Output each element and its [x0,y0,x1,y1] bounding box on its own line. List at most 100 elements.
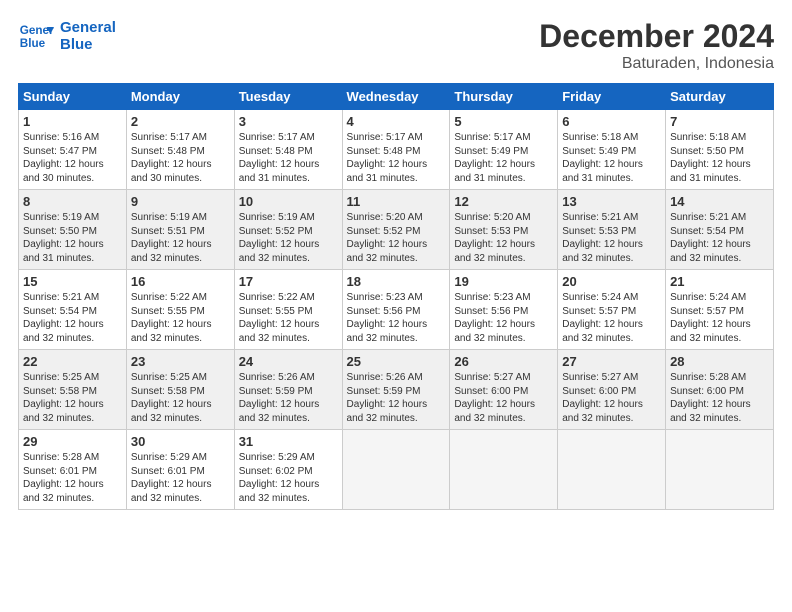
day-info: Sunrise: 5:19 AM Sunset: 5:52 PM Dayligh… [239,211,338,265]
day-info: Sunrise: 5:24 AM Sunset: 5:57 PM Dayligh… [562,291,661,345]
week-row-4: 22Sunrise: 5:25 AM Sunset: 5:58 PM Dayli… [19,350,774,430]
empty-cell [450,430,558,510]
day-number: 26 [454,354,553,369]
header-monday: Monday [126,84,234,110]
header-friday: Friday [558,84,666,110]
day-cell-29: 29 Sunrise: 5:28 AM Sunset: 6:01 PM Dayli… [19,430,127,510]
page-header: General Blue General Blue December 2024 … [18,18,774,73]
day-info: Sunrise: 5:17 AM Sunset: 5:48 PM Dayligh… [347,131,446,185]
day-info: Sunrise: 5:28 AM Sunset: 6:01 PM Dayligh… [23,451,122,505]
day-cell-22: 22Sunrise: 5:25 AM Sunset: 5:58 PM Dayli… [19,350,127,430]
day-info: Sunrise: 5:20 AM Sunset: 5:52 PM Dayligh… [347,211,446,265]
day-number: 1 [23,114,122,129]
day-cell-21: 21Sunrise: 5:24 AM Sunset: 5:57 PM Dayli… [666,270,774,350]
day-number: 6 [562,114,661,129]
day-info: Sunrise: 5:18 AM Sunset: 5:49 PM Dayligh… [562,131,661,185]
day-cell-4: 4 Sunrise: 5:17 AM Sunset: 5:48 PM Daylig… [342,110,450,190]
logo-text-blue: Blue [60,36,116,53]
day-info: Sunrise: 5:22 AM Sunset: 5:55 PM Dayligh… [239,291,338,345]
header-thursday: Thursday [450,84,558,110]
day-number: 30 [131,434,230,449]
day-cell-26: 26 Sunrise: 5:27 AM Sunset: 6:00 PM Dayli… [450,350,558,430]
empty-cell [666,430,774,510]
day-info: Sunrise: 5:22 AM Sunset: 5:55 PM Dayligh… [131,291,230,345]
day-number: 27 [562,354,661,369]
svg-text:Blue: Blue [20,37,46,50]
subtitle: Baturaden, Indonesia [539,55,774,73]
day-number: 4 [347,114,446,129]
day-info: Sunrise: 5:29 AM Sunset: 6:02 PM Dayligh… [239,451,338,505]
day-info: Sunrise: 5:19 AM Sunset: 5:51 PM Dayligh… [131,211,230,265]
day-cell-27: 27 Sunrise: 5:27 AM Sunset: 6:00 PM Dayli… [558,350,666,430]
day-cell-28: 28Sunrise: 5:28 AM Sunset: 6:00 PM Dayli… [666,350,774,430]
calendar-table: SundayMondayTuesdayWednesdayThursdayFrid… [18,83,774,510]
day-cell-18: 18 Sunrise: 5:23 AM Sunset: 5:56 PM Dayli… [342,270,450,350]
day-number: 15 [23,274,122,289]
day-cell-10: 10 Sunrise: 5:19 AM Sunset: 5:52 PM Dayli… [234,190,342,270]
day-cell-20: 20 Sunrise: 5:24 AM Sunset: 5:57 PM Dayli… [558,270,666,350]
day-info: Sunrise: 5:17 AM Sunset: 5:48 PM Dayligh… [131,131,230,185]
day-cell-24: 24Sunrise: 5:26 AM Sunset: 5:59 PM Dayli… [234,350,342,430]
day-info: Sunrise: 5:19 AM Sunset: 5:50 PM Dayligh… [23,211,122,265]
day-number: 19 [454,274,553,289]
day-info: Sunrise: 5:17 AM Sunset: 5:49 PM Dayligh… [454,131,553,185]
header-wednesday: Wednesday [342,84,450,110]
day-number: 31 [239,434,338,449]
day-info: Sunrise: 5:16 AM Sunset: 5:47 PM Dayligh… [23,131,122,185]
day-info: Sunrise: 5:25 AM Sunset: 5:58 PM Dayligh… [131,371,230,425]
day-number: 23 [131,354,230,369]
day-cell-12: 12 Sunrise: 5:20 AM Sunset: 5:53 PM Dayli… [450,190,558,270]
day-number: 12 [454,194,553,209]
day-info: Sunrise: 5:23 AM Sunset: 5:56 PM Dayligh… [454,291,553,345]
day-cell-30: 30Sunrise: 5:29 AM Sunset: 6:01 PM Dayli… [126,430,234,510]
day-number: 13 [562,194,661,209]
day-cell-11: 11 Sunrise: 5:20 AM Sunset: 5:52 PM Dayli… [342,190,450,270]
day-cell-6: 6 Sunrise: 5:18 AM Sunset: 5:49 PM Daylig… [558,110,666,190]
day-cell-23: 23 Sunrise: 5:25 AM Sunset: 5:58 PM Dayli… [126,350,234,430]
day-info: Sunrise: 5:25 AM Sunset: 5:58 PM Dayligh… [23,371,122,425]
week-row-3: 15 Sunrise: 5:21 AM Sunset: 5:54 PM Dayli… [19,270,774,350]
day-info: Sunrise: 5:27 AM Sunset: 6:00 PM Dayligh… [562,371,661,425]
week-row-2: 8Sunrise: 5:19 AM Sunset: 5:50 PM Daylig… [19,190,774,270]
day-number: 16 [131,274,230,289]
day-cell-9: 9 Sunrise: 5:19 AM Sunset: 5:51 PM Daylig… [126,190,234,270]
day-info: Sunrise: 5:20 AM Sunset: 5:53 PM Dayligh… [454,211,553,265]
day-cell-5: 5Sunrise: 5:17 AM Sunset: 5:49 PM Daylig… [450,110,558,190]
day-cell-19: 19 Sunrise: 5:23 AM Sunset: 5:56 PM Dayli… [450,270,558,350]
day-number: 20 [562,274,661,289]
day-info: Sunrise: 5:27 AM Sunset: 6:00 PM Dayligh… [454,371,553,425]
day-cell-16: 16 Sunrise: 5:22 AM Sunset: 5:55 PM Dayli… [126,270,234,350]
empty-cell [342,430,450,510]
day-number: 28 [670,354,769,369]
logo-text-general: General [60,19,116,36]
day-number: 10 [239,194,338,209]
day-cell-31: 31 Sunrise: 5:29 AM Sunset: 6:02 PM Dayli… [234,430,342,510]
day-number: 2 [131,114,230,129]
day-cell-25: 25Sunrise: 5:26 AM Sunset: 5:59 PM Dayli… [342,350,450,430]
day-cell-17: 17 Sunrise: 5:22 AM Sunset: 5:55 PM Dayli… [234,270,342,350]
day-number: 11 [347,194,446,209]
day-cell-14: 14 Sunrise: 5:21 AM Sunset: 5:54 PM Dayli… [666,190,774,270]
day-info: Sunrise: 5:26 AM Sunset: 5:59 PM Dayligh… [239,371,338,425]
week-row-5: 29 Sunrise: 5:28 AM Sunset: 6:01 PM Dayli… [19,430,774,510]
calendar-header-row: SundayMondayTuesdayWednesdayThursdayFrid… [19,84,774,110]
day-info: Sunrise: 5:21 AM Sunset: 5:54 PM Dayligh… [670,211,769,265]
day-number: 3 [239,114,338,129]
day-info: Sunrise: 5:21 AM Sunset: 5:54 PM Dayligh… [23,291,122,345]
day-number: 21 [670,274,769,289]
day-number: 18 [347,274,446,289]
day-number: 9 [131,194,230,209]
day-number: 29 [23,434,122,449]
day-cell-8: 8Sunrise: 5:19 AM Sunset: 5:50 PM Daylig… [19,190,127,270]
day-cell-3: 3 Sunrise: 5:17 AM Sunset: 5:48 PM Daylig… [234,110,342,190]
day-info: Sunrise: 5:26 AM Sunset: 5:59 PM Dayligh… [347,371,446,425]
day-cell-7: 7Sunrise: 5:18 AM Sunset: 5:50 PM Daylig… [666,110,774,190]
main-title: December 2024 [539,18,774,55]
title-block: December 2024 Baturaden, Indonesia [539,18,774,73]
day-info: Sunrise: 5:17 AM Sunset: 5:48 PM Dayligh… [239,131,338,185]
week-row-1: 1 Sunrise: 5:16 AM Sunset: 5:47 PM Daylig… [19,110,774,190]
day-info: Sunrise: 5:23 AM Sunset: 5:56 PM Dayligh… [347,291,446,345]
day-number: 17 [239,274,338,289]
day-cell-2: 2 Sunrise: 5:17 AM Sunset: 5:48 PM Daylig… [126,110,234,190]
day-number: 14 [670,194,769,209]
